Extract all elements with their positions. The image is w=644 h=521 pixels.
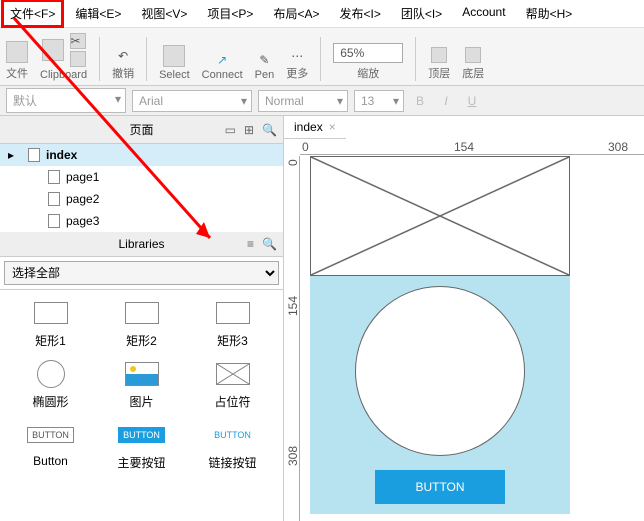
ruler-vertical: 0154308	[284, 156, 300, 521]
page-icon	[48, 214, 60, 228]
shape-label: Button	[33, 454, 68, 468]
search-icon[interactable]: 🔍	[262, 237, 277, 251]
search-icon[interactable]: 🔍	[262, 123, 277, 137]
tool-connect[interactable]: ↗Connect	[202, 53, 243, 81]
page-row[interactable]: page1	[0, 166, 283, 188]
shape-btn[interactable]: BUTTONButton	[6, 418, 95, 475]
canvas-area: index× 0154308 0154308 BUTTON	[284, 116, 644, 521]
page-tree: ▸index page1 page2 page3	[0, 144, 283, 232]
add-page-icon[interactable]: ▭	[225, 123, 236, 137]
menubar: 文件<F> 编辑<E> 视图<V> 项目<P> 布局<A> 发布<I> 团队<I…	[0, 0, 644, 28]
shape-label: 矩形3	[217, 332, 248, 349]
menu-publish[interactable]: 发布<I>	[333, 2, 386, 25]
shape-rect[interactable]: 矩形2	[97, 296, 186, 353]
tool-more[interactable]: ⋯更多	[286, 49, 308, 81]
shape-label: 椭圆形	[32, 393, 68, 410]
shape-label: 图片	[129, 393, 153, 410]
underline-button[interactable]: U	[462, 91, 482, 111]
shape-label: 矩形1	[35, 332, 66, 349]
tool-zoom[interactable]: 65%缩放	[333, 43, 403, 81]
shape-label: 链接按钮	[208, 454, 256, 471]
menu-file[interactable]: 文件<F>	[1, 0, 64, 28]
library-select[interactable]: 选择全部	[4, 261, 279, 285]
size-select[interactable]: 13	[354, 90, 404, 112]
shape-label: 矩形2	[126, 332, 157, 349]
shape-rect[interactable]: 矩形3	[188, 296, 277, 353]
page-name: page1	[66, 170, 99, 184]
page-name: page3	[66, 214, 99, 228]
menu-edit[interactable]: 编辑<E>	[69, 2, 127, 25]
italic-button[interactable]: I	[436, 91, 456, 111]
formatbar: 默认 Arial Normal 13 B I U	[0, 86, 644, 116]
tool-back[interactable]: 底层	[462, 47, 484, 81]
close-icon[interactable]: ×	[329, 120, 336, 134]
bold-button[interactable]: B	[410, 91, 430, 111]
pages-title: 页面	[129, 121, 153, 138]
page-icon	[48, 170, 60, 184]
menu-project[interactable]: 项目<P>	[201, 2, 259, 25]
tool-clipboard[interactable]: ✂Clipboard	[40, 33, 87, 81]
shape-rect[interactable]: 矩形1	[6, 296, 95, 353]
panel-widget[interactable]: BUTTON	[310, 276, 570, 514]
shapes-grid: 矩形1矩形2矩形3椭圆形图片占位符BUTTONButtonBUTTON主要按钮B…	[0, 290, 283, 481]
shape-label: 占位符	[214, 393, 250, 410]
copy-icon[interactable]	[70, 51, 86, 67]
shape-ph[interactable]: 占位符	[188, 357, 277, 414]
libraries-title: Libraries	[118, 237, 164, 251]
canvas-tab[interactable]: index×	[284, 116, 346, 139]
tool-select[interactable]: Select	[159, 45, 190, 81]
placeholder-widget[interactable]	[310, 156, 570, 276]
font-select[interactable]: Arial	[132, 90, 252, 112]
menu-account[interactable]: Account	[456, 2, 511, 25]
toolbar: 文件 ✂Clipboard ↶撤销 Select ↗Connect ✎Pen ⋯…	[0, 28, 644, 86]
weight-select[interactable]: Normal	[258, 90, 348, 112]
shape-circ[interactable]: 椭圆形	[6, 357, 95, 414]
menu-layout[interactable]: 布局<A>	[267, 2, 325, 25]
menu-help[interactable]: 帮助<H>	[520, 2, 579, 25]
tool-file[interactable]: 文件	[6, 41, 28, 81]
button-widget[interactable]: BUTTON	[375, 470, 504, 504]
page-name: page2	[66, 192, 99, 206]
left-panel: 页面 ▭ ⊞ 🔍 ▸index page1 page2 page3 Libraries ≡…	[0, 116, 284, 521]
shape-btnp[interactable]: BUTTON主要按钮	[97, 418, 186, 475]
tool-undo[interactable]: ↶撤销	[112, 49, 134, 81]
ruler-horizontal: 0154308	[300, 139, 644, 155]
menu-team[interactable]: 团队<I>	[395, 2, 448, 25]
shape-btnl[interactable]: BUTTON链接按钮	[188, 418, 277, 475]
page-row[interactable]: ▸index	[0, 144, 283, 166]
page-row[interactable]: page3	[0, 210, 283, 232]
cut-icon[interactable]: ✂	[70, 33, 86, 49]
libraries-header: Libraries ≡ 🔍	[0, 232, 283, 257]
tool-pen[interactable]: ✎Pen	[255, 53, 275, 81]
menu-view[interactable]: 视图<V>	[135, 2, 193, 25]
shape-label: 主要按钮	[117, 454, 165, 471]
page-row[interactable]: page2	[0, 188, 283, 210]
style-select[interactable]: 默认	[6, 88, 126, 113]
canvas-stage[interactable]: BUTTON	[300, 156, 644, 521]
page-icon	[48, 192, 60, 206]
page-name: index	[46, 148, 77, 162]
page-icon	[28, 148, 40, 162]
menu-icon[interactable]: ≡	[247, 237, 254, 251]
ellipse-widget[interactable]	[355, 286, 525, 456]
pages-header: 页面 ▭ ⊞ 🔍	[0, 116, 283, 144]
tool-front[interactable]: 顶层	[428, 47, 450, 81]
add-folder-icon[interactable]: ⊞	[244, 123, 254, 137]
shape-img[interactable]: 图片	[97, 357, 186, 414]
